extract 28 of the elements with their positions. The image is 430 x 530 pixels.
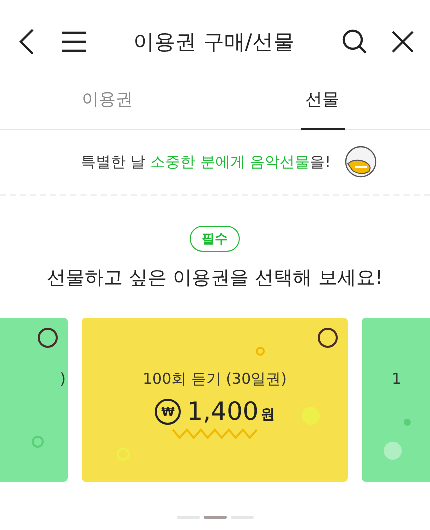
required-tag: 필수: [190, 226, 240, 252]
ticket-card[interactable]: ): [0, 318, 68, 482]
menu-icon[interactable]: [62, 31, 86, 53]
decoration-circle: [31, 435, 45, 449]
close-icon[interactable]: [392, 31, 414, 53]
radio-button[interactable]: [318, 328, 338, 348]
zigzag-icon: [172, 428, 258, 440]
back-icon[interactable]: [18, 28, 36, 56]
ticket-card[interactable]: 1: [362, 318, 430, 482]
decoration-circle: [254, 346, 266, 356]
search-icon[interactable]: [342, 29, 368, 55]
currency-icon: ₩: [155, 398, 182, 424]
ticket-title: 1: [392, 370, 402, 388]
section-heading: 선물하고 싶은 이용권을 선택해 보세요!: [47, 266, 383, 291]
ticket-title: 100회 듣기 (30일권): [143, 370, 287, 389]
page-indicator[interactable]: [204, 516, 226, 519]
tab[interactable]: 이용권: [86, 84, 130, 129]
promo-text: 특별한 날 소중한 분에게 음악선물을!: [80, 152, 332, 172]
decoration-circle: [402, 418, 412, 426]
radio-button[interactable]: [38, 328, 58, 348]
tab[interactable]: 선물: [300, 84, 344, 130]
emoticon-icon: [345, 146, 378, 178]
ticket-card[interactable]: 100회 듣기 (30일권) ₩ 1,400 원: [82, 318, 348, 482]
ticket-title: ): [60, 370, 66, 388]
decoration-circle: [383, 441, 403, 461]
price: 1,400: [187, 397, 259, 426]
page-title: 이용권 구매/선물: [132, 29, 296, 56]
currency-unit: 원: [260, 406, 275, 424]
